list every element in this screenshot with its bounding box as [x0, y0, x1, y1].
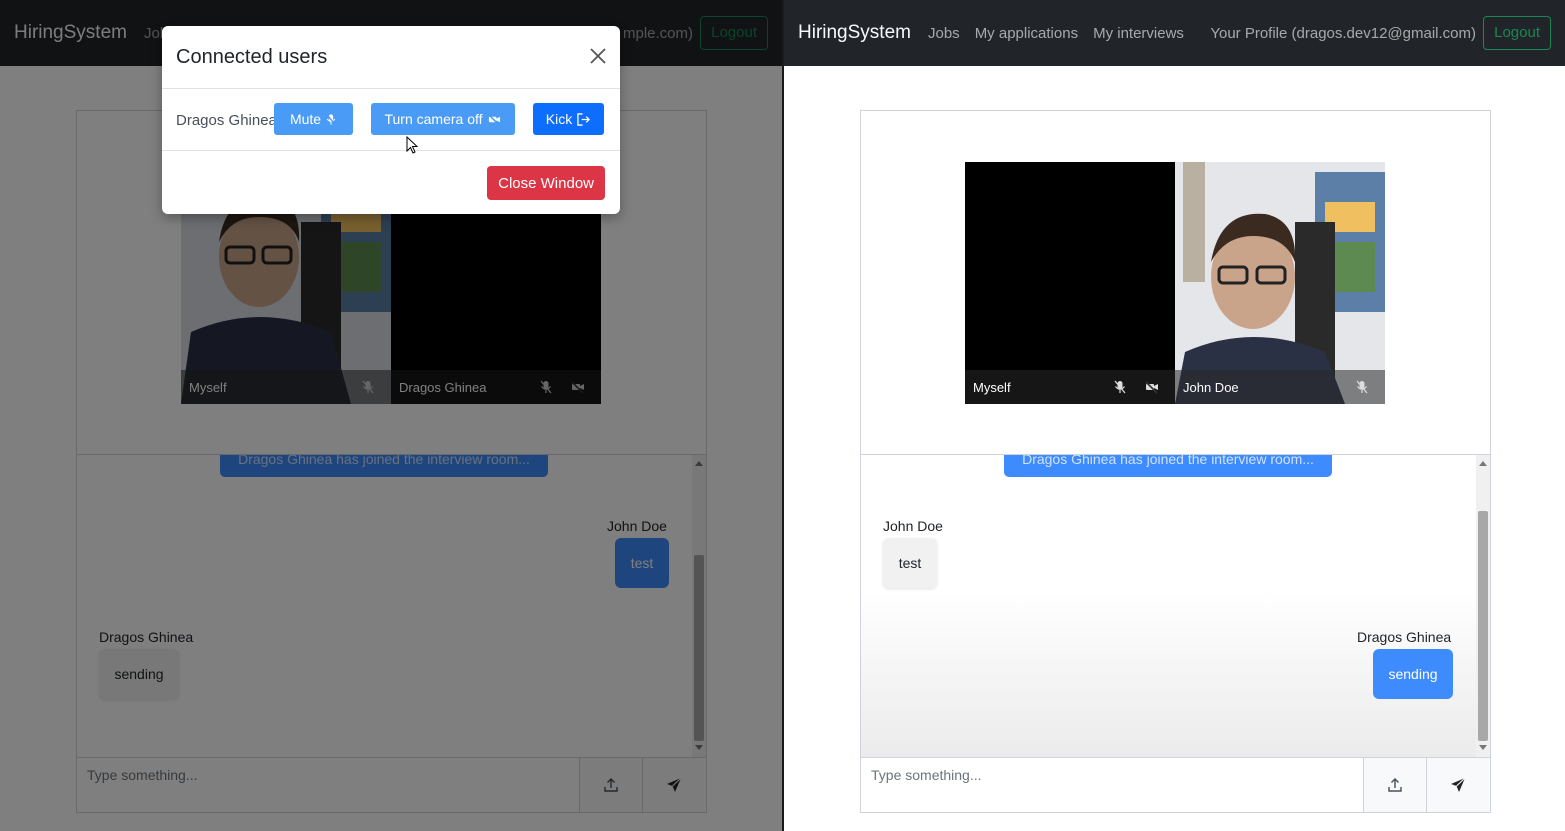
system-message: Dragos Ghinea has joined the interview r… — [1004, 455, 1332, 477]
message-sender: John Doe — [883, 518, 943, 534]
tile-caption-bar: Myself — [965, 370, 1175, 404]
connected-user-name: Dragos Ghinea — [176, 112, 277, 129]
modal-footer-divider — [162, 150, 620, 151]
nav-links: Jobs My applications My interviews — [928, 25, 1184, 42]
nav-link-my-interviews[interactable]: My interviews — [1093, 25, 1184, 42]
chat-input-row — [860, 757, 1491, 813]
navbar: HiringSystem Jobs My applications My int… — [784, 0, 1565, 66]
webcam-person-image — [1175, 162, 1385, 404]
mute-user-button[interactable]: Mute — [274, 103, 353, 135]
modal-close-button[interactable] — [588, 46, 608, 66]
nav-link-my-applications[interactable]: My applications — [975, 25, 1078, 42]
connected-users-modal: Connected users Dragos Ghinea Mute Turn … — [162, 26, 620, 214]
scroll-thumb[interactable] — [1478, 511, 1488, 741]
nav-profile-link[interactable]: Your Profile (dragos.dev12@gmail.com) — [1210, 25, 1476, 42]
tile-caption-bar: John Doe — [1175, 370, 1385, 404]
camera-off-icon — [487, 113, 500, 126]
mouse-pointer-icon — [406, 136, 419, 154]
mic-off-icon — [1356, 380, 1368, 394]
sign-out-icon — [577, 112, 591, 126]
scroll-down-arrow-icon[interactable] — [1479, 745, 1487, 750]
send-icon — [1451, 777, 1466, 792]
camera-feed — [1175, 162, 1385, 404]
turn-camera-off-button[interactable]: Turn camera off — [371, 103, 515, 135]
right-session-window: HiringSystem Jobs My applications My int… — [784, 0, 1565, 831]
mute-button-label: Mute — [289, 111, 322, 127]
upload-file-button[interactable] — [1363, 758, 1426, 812]
chat-message-bubble: sending — [1373, 649, 1453, 699]
chat-panel: Dragos Ghinea has joined the interview r… — [860, 455, 1491, 757]
message-sender: Dragos Ghinea — [1357, 629, 1452, 645]
close-window-button[interactable]: Close Window — [487, 166, 605, 200]
mic-off-icon — [1114, 380, 1126, 394]
upload-icon — [1388, 778, 1402, 792]
video-area: Myself John Doe — [860, 110, 1491, 455]
kick-button-label: Kick — [545, 111, 573, 127]
kick-user-button[interactable]: Kick — [533, 103, 604, 135]
nav-link-jobs[interactable]: Jobs — [928, 25, 960, 42]
tile-name: Myself — [973, 380, 1011, 395]
camera-off-icon — [1145, 381, 1158, 394]
tile-name: John Doe — [1183, 380, 1239, 395]
close-icon — [590, 48, 606, 64]
camera-button-label: Turn camera off — [384, 111, 483, 127]
modal-title: Connected users — [176, 46, 328, 68]
brand-link[interactable]: HiringSystem — [798, 22, 911, 44]
video-tile-remote: John Doe — [1175, 162, 1385, 404]
video-tile-self: Myself — [965, 162, 1175, 404]
send-message-button[interactable] — [1426, 758, 1489, 812]
mic-off-icon — [326, 113, 336, 125]
chat-message-bubble: test — [883, 538, 937, 588]
left-session-window: HiringSystem Jobs mple.com) Logout — [0, 0, 782, 831]
modal-header-divider — [162, 88, 620, 89]
chat-message-input[interactable] — [861, 758, 1363, 812]
chat-scrollbar[interactable] — [1476, 455, 1490, 757]
scroll-up-arrow-icon[interactable] — [1479, 461, 1487, 466]
logout-button[interactable]: Logout — [1483, 16, 1551, 50]
